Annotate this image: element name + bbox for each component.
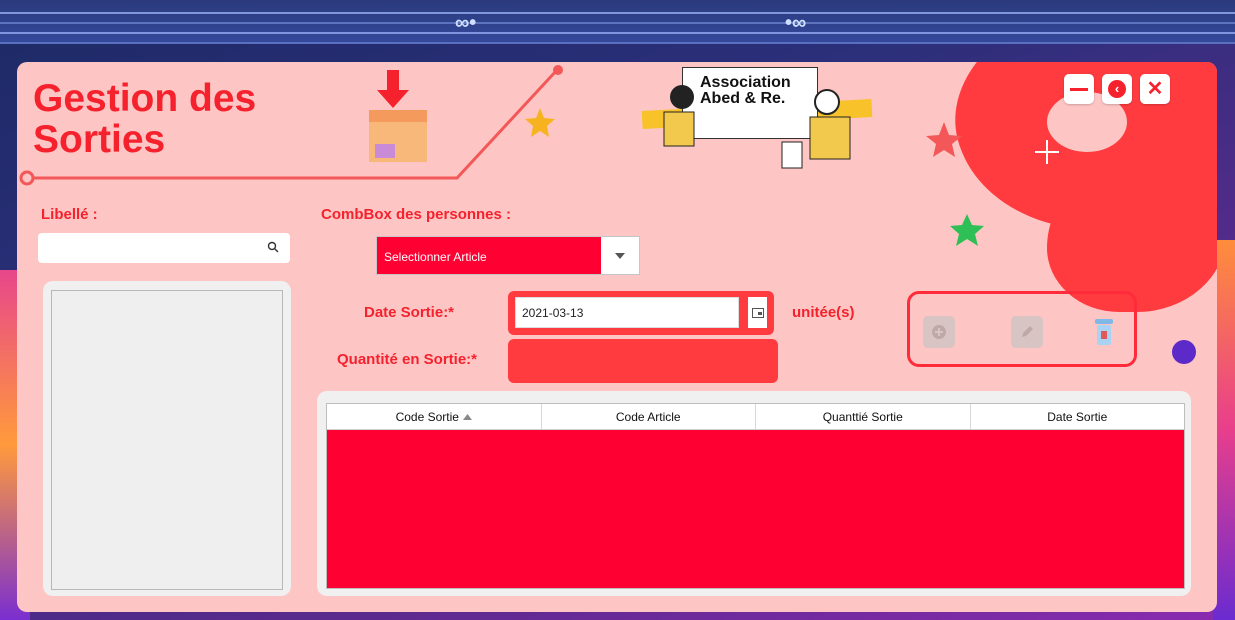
libelle-list[interactable] [51, 290, 283, 590]
close-icon: ✕ [1146, 78, 1164, 100]
decorative-plus [1035, 140, 1059, 164]
quantity-label: Quantité en Sortie:* [337, 351, 478, 368]
unit-label: unitée(s) [792, 304, 855, 321]
date-field[interactable]: 2021-03-13 [515, 297, 739, 328]
column-header-quantite-sortie[interactable]: Quanttié Sortie [756, 404, 971, 429]
ornament-icon: •∞ [785, 12, 807, 34]
trash-icon [1095, 319, 1113, 345]
main-window: Gestion des Sorties Association Abed & R… [17, 62, 1217, 612]
libelle-search-input[interactable] [38, 233, 290, 263]
quantity-input[interactable] [508, 339, 778, 383]
sorties-table[interactable]: Code Sortie Code Article Quanttié Sortie… [326, 403, 1185, 589]
desktop-top-banner: ∞• •∞ [0, 0, 1235, 44]
back-button[interactable]: ‹ [1102, 74, 1132, 104]
add-button[interactable] [923, 316, 955, 348]
combobox-dropdown-button[interactable] [601, 237, 639, 274]
action-panel [907, 291, 1137, 367]
delete-button[interactable] [1088, 316, 1120, 348]
column-header-code-sortie[interactable]: Code Sortie [327, 404, 542, 429]
sort-ascending-icon [462, 413, 472, 420]
minimize-button[interactable] [1064, 74, 1094, 104]
edit-button[interactable] [1011, 316, 1043, 348]
chevron-down-icon [615, 252, 625, 259]
date-picker: 2021-03-13 [508, 291, 774, 335]
back-icon: ‹ [1108, 80, 1126, 98]
combobox-selected-value: Selectionner Article [384, 250, 487, 264]
association-logo: Association Abed & Re. [641, 67, 873, 177]
table-header: Code Sortie Code Article Quanttié Sortie… [327, 404, 1184, 430]
date-label: Date Sortie:* [364, 304, 455, 321]
calendar-icon [751, 307, 764, 318]
search-icon[interactable] [267, 240, 279, 258]
close-button[interactable]: ✕ [1140, 74, 1170, 104]
column-header-date-sortie[interactable]: Date Sortie [971, 404, 1185, 429]
edit-icon [1022, 326, 1033, 337]
combobox-label: CombBox des personnes : [321, 206, 512, 223]
minus-icon [1070, 87, 1088, 91]
box-illustration [369, 70, 427, 162]
add-icon [932, 325, 946, 339]
decorative-dot [1172, 340, 1196, 364]
article-combobox[interactable]: Selectionner Article [376, 236, 640, 275]
column-header-code-article[interactable]: Code Article [542, 404, 756, 429]
ornament-icon: ∞• [455, 12, 477, 34]
decorative-stars [926, 122, 984, 246]
libelle-label: Libellé : [41, 206, 98, 223]
page-title: Gestion des Sorties [33, 77, 257, 161]
calendar-button[interactable] [748, 297, 767, 328]
